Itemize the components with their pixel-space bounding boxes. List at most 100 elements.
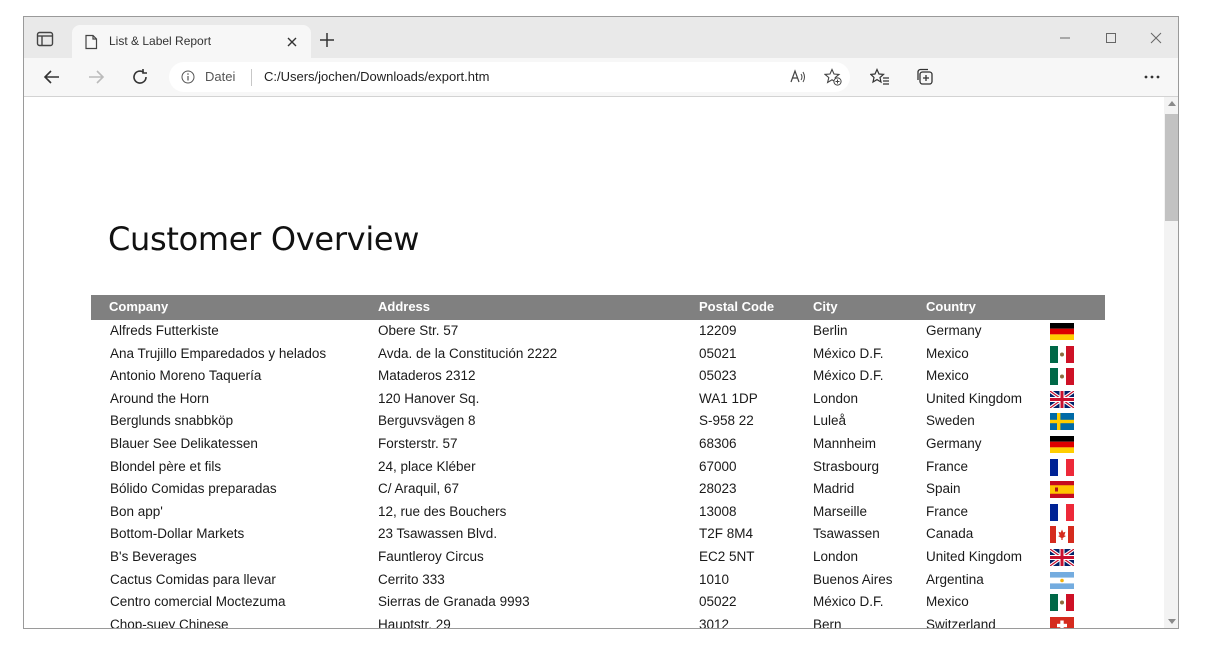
cell-country: United Kingdom bbox=[926, 390, 1023, 406]
maximize-icon[interactable] bbox=[1102, 29, 1120, 47]
more-options-icon[interactable] bbox=[1142, 67, 1162, 87]
uk-flag-icon bbox=[1050, 548, 1074, 566]
tab-bar: List & Label Report bbox=[24, 17, 1178, 58]
cell-company: Bon app' bbox=[110, 503, 163, 519]
cell-city: Buenos Aires bbox=[813, 571, 893, 587]
table-row: B's Beverages Fauntleroy Circus EC2 5NT … bbox=[91, 546, 1105, 569]
scroll-up-arrow-icon[interactable] bbox=[1168, 101, 1176, 106]
site-info-label[interactable]: Datei bbox=[205, 69, 235, 84]
forward-arrow-icon[interactable] bbox=[86, 67, 106, 87]
url-text[interactable]: C:/Users/jochen/Downloads/export.htm bbox=[264, 69, 489, 84]
cell-postal-code: 05021 bbox=[699, 345, 737, 361]
france-flag-icon bbox=[1050, 458, 1074, 476]
cell-address: 120 Hanover Sq. bbox=[378, 390, 480, 406]
cell-country: Spain bbox=[926, 481, 961, 497]
tab-title: List & Label Report bbox=[109, 34, 212, 48]
canada-flag-icon bbox=[1050, 526, 1074, 544]
column-header-postal-code: Postal Code bbox=[699, 299, 775, 314]
table-row: Bon app' 12, rue des Bouchers 13008 Mars… bbox=[91, 501, 1105, 524]
cell-city: Mannheim bbox=[813, 435, 877, 451]
cell-company: Centro comercial Moctezuma bbox=[110, 594, 286, 610]
cell-postal-code: 3012 bbox=[699, 616, 730, 629]
cell-company: Bólido Comidas preparadas bbox=[110, 481, 277, 497]
tab-actions-icon[interactable] bbox=[36, 31, 54, 47]
column-header-address: Address bbox=[378, 299, 431, 314]
cell-country: Mexico bbox=[926, 594, 969, 610]
collections-icon[interactable] bbox=[915, 67, 935, 87]
cell-city: Madrid bbox=[813, 481, 855, 497]
cell-postal-code: 12209 bbox=[699, 323, 737, 338]
cell-postal-code: 68306 bbox=[699, 435, 737, 451]
cell-company: Berglunds snabbköp bbox=[110, 413, 234, 429]
cell-address: Forsterstr. 57 bbox=[378, 435, 458, 451]
cell-postal-code: 05022 bbox=[699, 594, 737, 610]
spain-flag-icon bbox=[1050, 481, 1074, 499]
cell-address: Cerrito 333 bbox=[378, 571, 445, 587]
table-row: Blauer See Delikatessen Forsterstr. 57 6… bbox=[91, 433, 1105, 456]
read-aloud-icon[interactable] bbox=[789, 68, 807, 86]
table-body: Alfreds Futterkiste Obere Str. 57 12209 … bbox=[91, 320, 1105, 629]
table-row: Antonio Moreno Taquería Mataderos 2312 0… bbox=[91, 365, 1105, 388]
cell-address: Berguvsvägen 8 bbox=[378, 413, 476, 429]
address-divider bbox=[251, 69, 252, 86]
cell-address: 12, rue des Bouchers bbox=[378, 503, 507, 519]
cell-address: Mataderos 2312 bbox=[378, 368, 476, 384]
table-row: Cactus Comidas para llevar Cerrito 333 1… bbox=[91, 569, 1105, 592]
argentina-flag-icon bbox=[1050, 571, 1074, 589]
cell-company: B's Beverages bbox=[110, 548, 197, 564]
new-tab-icon[interactable] bbox=[318, 31, 336, 49]
table-row: Centro comercial Moctezuma Sierras de Gr… bbox=[91, 591, 1105, 614]
cell-company: Cactus Comidas para llevar bbox=[110, 571, 276, 587]
close-tab-icon[interactable] bbox=[284, 34, 300, 50]
mexico-flag-icon bbox=[1050, 594, 1074, 612]
cell-company: Alfreds Futterkiste bbox=[110, 323, 219, 338]
table-row: Bottom-Dollar Markets 23 Tsawassen Blvd.… bbox=[91, 523, 1105, 546]
browser-tab[interactable]: List & Label Report bbox=[72, 25, 311, 58]
cell-city: México D.F. bbox=[813, 345, 884, 361]
cell-address: Fauntleroy Circus bbox=[378, 548, 484, 564]
table-row: Blondel père et fils 24, place Kléber 67… bbox=[91, 456, 1105, 479]
germany-flag-icon bbox=[1050, 435, 1074, 453]
cell-postal-code: WA1 1DP bbox=[699, 390, 758, 406]
minimize-icon[interactable] bbox=[1056, 29, 1074, 47]
cell-address: Avda. de la Constitución 2222 bbox=[378, 345, 558, 361]
cell-address: C/ Araquil, 67 bbox=[378, 481, 460, 497]
page-content: Customer Overview Company Address Postal… bbox=[24, 97, 1164, 629]
cell-city: London bbox=[813, 548, 859, 564]
table-row: Alfreds Futterkiste Obere Str. 57 12209 … bbox=[91, 320, 1105, 343]
cell-country: Germany bbox=[926, 323, 982, 338]
page-icon bbox=[85, 34, 98, 50]
close-window-icon[interactable] bbox=[1147, 29, 1165, 47]
cell-country: France bbox=[926, 503, 969, 519]
cell-address: Sierras de Granada 9993 bbox=[378, 594, 530, 610]
back-arrow-icon[interactable] bbox=[42, 67, 62, 87]
cell-city: México D.F. bbox=[813, 594, 884, 610]
table-row: Around the Horn 120 Hanover Sq. WA1 1DP … bbox=[91, 388, 1105, 411]
cell-city: Tsawassen bbox=[813, 526, 880, 542]
cell-postal-code: T2F 8M4 bbox=[699, 526, 754, 542]
scroll-thumb[interactable] bbox=[1165, 114, 1178, 221]
cell-company: Blondel père et fils bbox=[110, 458, 222, 474]
info-icon[interactable] bbox=[181, 70, 195, 84]
cell-country: Argentina bbox=[926, 571, 984, 587]
address-bar[interactable]: Datei C:/Users/jochen/Downloads/export.h… bbox=[169, 62, 850, 92]
cell-postal-code: 1010 bbox=[699, 571, 730, 587]
scroll-down-arrow-icon[interactable] bbox=[1168, 619, 1176, 624]
cell-postal-code: 67000 bbox=[699, 458, 737, 474]
report-title: Customer Overview bbox=[108, 220, 420, 259]
cell-company: Bottom-Dollar Markets bbox=[110, 526, 245, 542]
cell-country: Mexico bbox=[926, 345, 969, 361]
vertical-scrollbar[interactable] bbox=[1164, 97, 1178, 628]
add-favorite-icon[interactable] bbox=[824, 68, 842, 86]
france-flag-icon bbox=[1050, 503, 1074, 521]
toolbar: Datei C:/Users/jochen/Downloads/export.h… bbox=[24, 58, 1178, 97]
browser-window: List & Label Report Datei C:/Users/joche… bbox=[23, 16, 1179, 629]
mexico-flag-icon bbox=[1050, 345, 1074, 363]
cell-country: Sweden bbox=[926, 413, 975, 429]
cell-address: 24, place Kléber bbox=[378, 458, 476, 474]
favorites-icon[interactable] bbox=[870, 67, 890, 87]
switzerland-flag-icon bbox=[1050, 616, 1074, 628]
refresh-icon[interactable] bbox=[130, 67, 150, 87]
cell-company: Ana Trujillo Emparedados y helados bbox=[110, 345, 327, 361]
sweden-flag-icon bbox=[1050, 413, 1074, 431]
